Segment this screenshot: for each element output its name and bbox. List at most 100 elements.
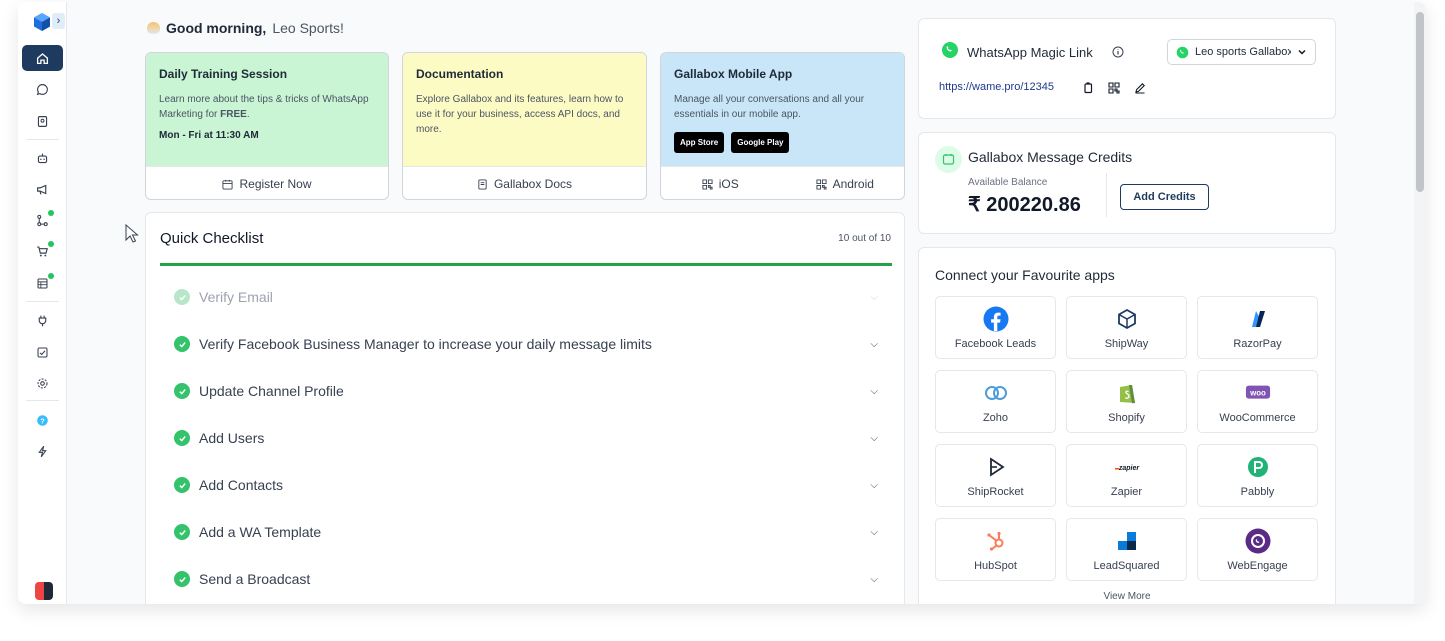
app-zoho[interactable]: Zoho [935,370,1056,433]
whatsapp-icon [942,42,958,58]
edit-pencil-icon[interactable] [1134,82,1146,94]
razorpay-icon [1251,310,1265,327]
app-name: ShipWay [1104,337,1149,350]
whatsapp-icon [1176,46,1189,58]
add-credits-button[interactable]: Add Credits [1120,184,1209,210]
training-card: Daily Training Session Learn more about … [145,52,389,200]
training-card-text-end: . [246,109,250,120]
shopify-icon [1119,384,1135,403]
sidebar: › ? [18,2,67,604]
app-shiprocket[interactable]: ShipRocket [935,444,1056,507]
app-zapier[interactable]: zapier Zapier [1066,444,1187,507]
nav-whats-new[interactable] [22,438,63,464]
balance-label: Available Balance [968,177,1048,188]
webengage-icon [1245,528,1270,553]
scrollbar[interactable] [1414,2,1426,604]
app-name: Zapier [1110,485,1143,498]
gallabox-docs-button[interactable]: Gallabox Docs [403,166,646,199]
checklist-item-add-wa-template[interactable]: Add a WA Template ⌵ [174,522,878,542]
channel-select[interactable]: Leo sports Gallabox [1167,39,1316,65]
checklist-item-update-channel-profile[interactable]: Update Channel Profile ⌵ [174,381,878,401]
flow-icon [37,214,48,226]
balance-value: ₹ 200220.86 [968,194,1081,216]
nav-home[interactable] [22,45,63,71]
qr-code-icon[interactable] [1108,82,1120,94]
ios-button[interactable]: iOS [661,177,780,191]
chevron-down-icon[interactable]: ⌵ [870,292,878,303]
nav-settings[interactable] [22,370,63,396]
nav-help[interactable]: ? [22,407,63,433]
checklist-item-verify-facebook[interactable]: Verify Facebook Business Manager to incr… [174,334,878,354]
checklist-item-send-broadcast[interactable]: Send a Broadcast ⌵ [174,569,878,589]
nav-sheets[interactable] [22,270,63,296]
chevron-down-icon[interactable]: ⌵ [870,527,878,538]
app-leadsquared[interactable]: LeadSquared [1066,518,1187,581]
app-razorpay[interactable]: RazorPay [1197,296,1318,359]
android-button[interactable]: Android [786,177,905,191]
checklist-title: Quick Checklist [160,230,264,247]
documentation-card: Documentation Explore Gallabox and its f… [402,52,647,200]
checklist-item-add-users[interactable]: Add Users ⌵ [174,428,878,448]
chevron-down-icon [1298,49,1306,55]
checklist-item-add-contacts[interactable]: Add Contacts ⌵ [174,475,878,495]
checklist-item-verify-email[interactable]: Verify Email ⌵ [174,287,878,307]
app-name: RazorPay [1233,337,1282,350]
app-store-badge[interactable]: App Store [674,132,725,153]
nav-bots[interactable] [22,145,63,171]
training-card-title: Daily Training Session [159,67,288,81]
android-label: Android [832,177,874,191]
checklist-item-label: Add a WA Template [199,524,322,540]
chevron-down-icon[interactable]: ⌵ [870,574,878,585]
chevron-down-icon[interactable]: ⌵ [870,480,878,491]
store-badges: App Store Google Play [674,132,891,153]
app-name: HubSpot [974,559,1017,572]
quick-checklist: Quick Checklist 10 out of 10 Verify Emai… [145,212,905,604]
info-icon[interactable] [1112,46,1124,58]
app-name: ShipRocket [967,485,1024,498]
calendar-icon [222,179,234,190]
training-card-text: Learn more about the tips & tricks of Wh… [159,92,375,122]
nav-broadcast[interactable] [22,176,63,202]
chevron-down-icon[interactable]: ⌵ [870,386,878,397]
app-webengage[interactable]: WebEngage [1197,518,1318,581]
chevron-down-icon[interactable]: ⌵ [870,339,878,350]
checklist-item-label: Update Channel Profile [199,383,344,399]
register-now-button[interactable]: Register Now [146,166,388,199]
copy-icon[interactable] [1082,82,1094,94]
avatar[interactable] [35,582,53,600]
check-circle-icon [174,571,190,587]
greeting: Good morning, Leo Sports! [147,20,344,36]
hubspot-icon [986,531,1003,551]
google-play-badge[interactable]: Google Play [731,132,790,153]
app-facebook-leads[interactable]: Facebook Leads [935,296,1056,359]
nav-conversations[interactable] [22,76,63,102]
nav-flows[interactable] [22,207,63,233]
checklist-item-label: Verify Email [199,289,273,305]
app-shopify[interactable]: Shopify [1066,370,1187,433]
megaphone-icon [37,184,47,195]
checklist-item-label: Send a Broadcast [199,571,311,587]
nav-contacts[interactable] [22,108,63,134]
expand-sidebar-button[interactable]: › [52,13,65,29]
nav-commerce[interactable] [22,238,63,264]
view-more-link[interactable]: View More [919,591,1335,602]
pabbly-icon [1247,456,1268,477]
app-window: › ? Good morning, Leo Sports! Daily Trai… [18,2,1426,604]
app-pabbly[interactable]: Pabbly [1197,444,1318,507]
app-name: Pabbly [1240,485,1275,498]
training-card-text-start: Learn more about the tips & tricks of Wh… [159,94,369,120]
app-woocommerce[interactable]: woo WooCommerce [1197,370,1318,433]
whatsapp-magic-link-card: WhatsApp Magic Link Leo sports Gallabox … [918,18,1336,119]
app-hubspot[interactable]: HubSpot [935,518,1056,581]
shiprocket-icon [989,456,1005,477]
chevron-down-icon[interactable]: ⌵ [870,433,878,444]
nav-integrations[interactable] [22,307,63,333]
zoho-icon [984,385,1007,400]
training-card-body: Daily Training Session Learn more about … [146,53,388,166]
check-circle-icon [174,524,190,540]
app-shipway[interactable]: ShipWay [1066,296,1187,359]
chat-icon [36,83,48,95]
scrollbar-thumb[interactable] [1416,12,1424,192]
magic-link-url[interactable]: https://wame.pro/12345 [939,81,1054,93]
nav-reports[interactable] [22,339,63,365]
